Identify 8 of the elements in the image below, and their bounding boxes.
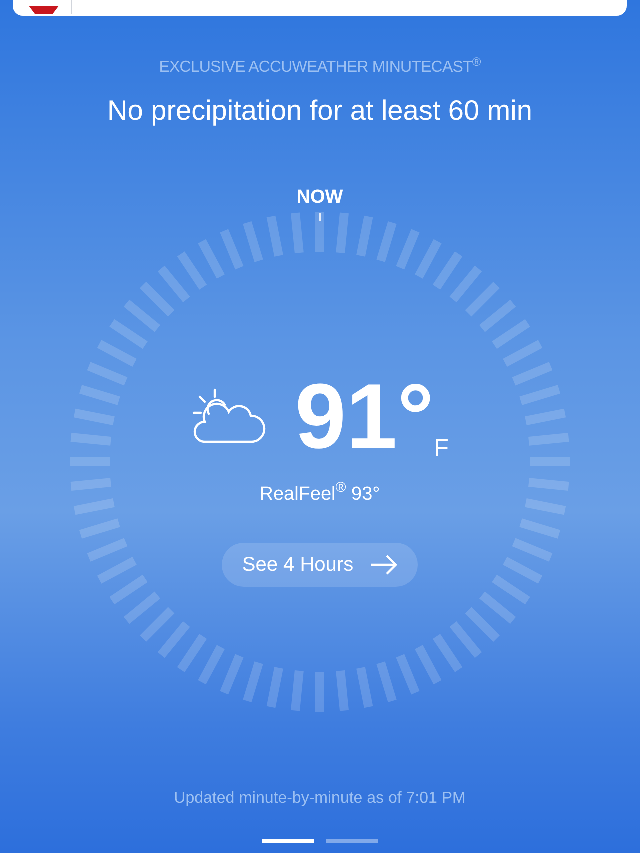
temperature-unit: F xyxy=(434,434,449,464)
now-label: NOW xyxy=(296,186,344,210)
realfeel-temperature: RealFeel$^{®}$ 93° xyxy=(260,480,380,506)
see-hours-button[interactable]: See 4 Hours xyxy=(222,543,418,587)
temperature: 91° xyxy=(295,370,434,462)
update-time: Updated minute-by-minute as of 7:01 PM xyxy=(174,789,466,809)
precipitation-headline: No precipitation for at least 60 min xyxy=(108,94,532,128)
section-label: EXCLUSIVE ACCUWEATHER MINUTECAST$^{®}$ xyxy=(159,56,481,78)
